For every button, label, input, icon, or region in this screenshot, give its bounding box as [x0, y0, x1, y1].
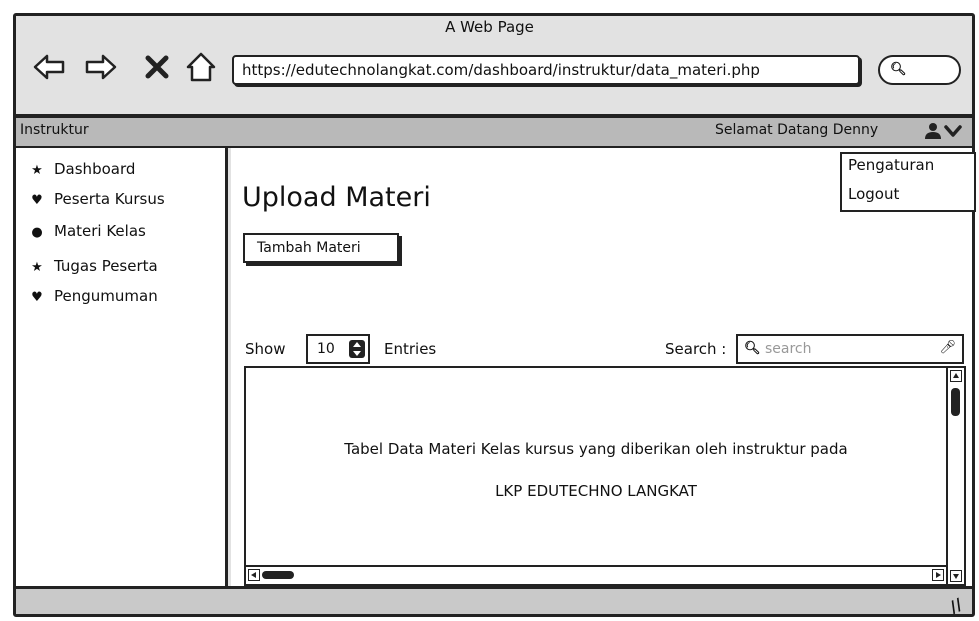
scroll-down-icon[interactable]	[950, 570, 962, 582]
heart-icon: ♥	[31, 193, 43, 208]
close-icon[interactable]	[140, 50, 174, 84]
stepper-arrows-icon[interactable]	[349, 340, 365, 358]
entries-label: Entries	[384, 340, 437, 358]
star-icon: ★	[31, 260, 43, 275]
vertical-scrollbar[interactable]	[946, 368, 964, 584]
data-table	[244, 366, 966, 586]
search-input[interactable]: 🔍︎ search 🎤︎	[736, 334, 964, 364]
sidebar-item-dashboard[interactable]: ★ Dashboard	[28, 160, 135, 178]
status-bar	[16, 586, 972, 614]
sidebar-item-peserta-kursus[interactable]: ♥ Peserta Kursus	[28, 190, 165, 208]
menu-item-pengaturan[interactable]: Pengaturan	[848, 156, 934, 174]
table-description: Tabel Data Materi Kelas kursus yang dibe…	[344, 440, 848, 458]
sidebar-item-label: Peserta Kursus	[54, 190, 165, 208]
star-icon: ★	[31, 163, 43, 178]
sidebar-item-label: Materi Kelas	[54, 222, 146, 240]
sidebar-item-label: Dashboard	[54, 160, 136, 178]
scroll-up-icon[interactable]	[950, 370, 962, 382]
browser-search[interactable]: 🔍︎	[878, 55, 961, 85]
page-title: Upload Materi	[242, 182, 431, 213]
circle-icon: ●	[31, 225, 43, 240]
scroll-left-icon[interactable]	[248, 569, 260, 581]
search-icon: 🔍︎	[890, 62, 907, 77]
sidebar-item-label: Tugas Peserta	[54, 257, 158, 275]
search-placeholder: search	[765, 341, 812, 357]
scroll-thumb[interactable]	[951, 388, 960, 416]
menu-item-logout[interactable]: Logout	[848, 185, 899, 203]
table-description-institution: LKP EDUTECHNO LANGKAT	[495, 482, 697, 500]
scroll-thumb[interactable]	[262, 571, 294, 579]
scroll-right-icon[interactable]	[932, 569, 944, 581]
heart-icon: ♥	[31, 290, 43, 305]
back-arrow-icon[interactable]	[32, 50, 66, 84]
horizontal-scrollbar[interactable]	[246, 565, 946, 583]
forward-arrow-icon[interactable]	[84, 50, 118, 84]
sidebar-item-materi-kelas[interactable]: ● Materi Kelas	[28, 222, 146, 240]
show-label: Show	[245, 340, 286, 358]
chevron-down-icon[interactable]	[944, 124, 962, 138]
entries-stepper[interactable]: 10	[306, 334, 370, 364]
sidebar-item-pengumuman[interactable]: ♥ Pengumuman	[28, 287, 158, 305]
welcome-text: Selamat Datang Denny	[715, 122, 879, 138]
sidebar-item-tugas-peserta[interactable]: ★ Tugas Peserta	[28, 257, 158, 275]
role-label: Instruktur	[20, 122, 89, 138]
entries-value: 10	[317, 341, 335, 357]
add-materi-button[interactable]: Tambah Materi	[243, 233, 399, 263]
window-title: A Web Page	[445, 18, 534, 36]
search-label: Search :	[665, 340, 727, 358]
url-bar[interactable]: https://edutechnolangkat.com/dashboard/i…	[232, 55, 860, 85]
microphone-icon[interactable]: 🎤︎	[939, 340, 956, 355]
user-icon[interactable]	[924, 122, 942, 140]
sidebar	[16, 148, 228, 586]
sidebar-item-label: Pengumuman	[54, 287, 158, 305]
home-icon[interactable]	[184, 50, 218, 84]
search-icon: 🔍︎	[744, 341, 761, 356]
